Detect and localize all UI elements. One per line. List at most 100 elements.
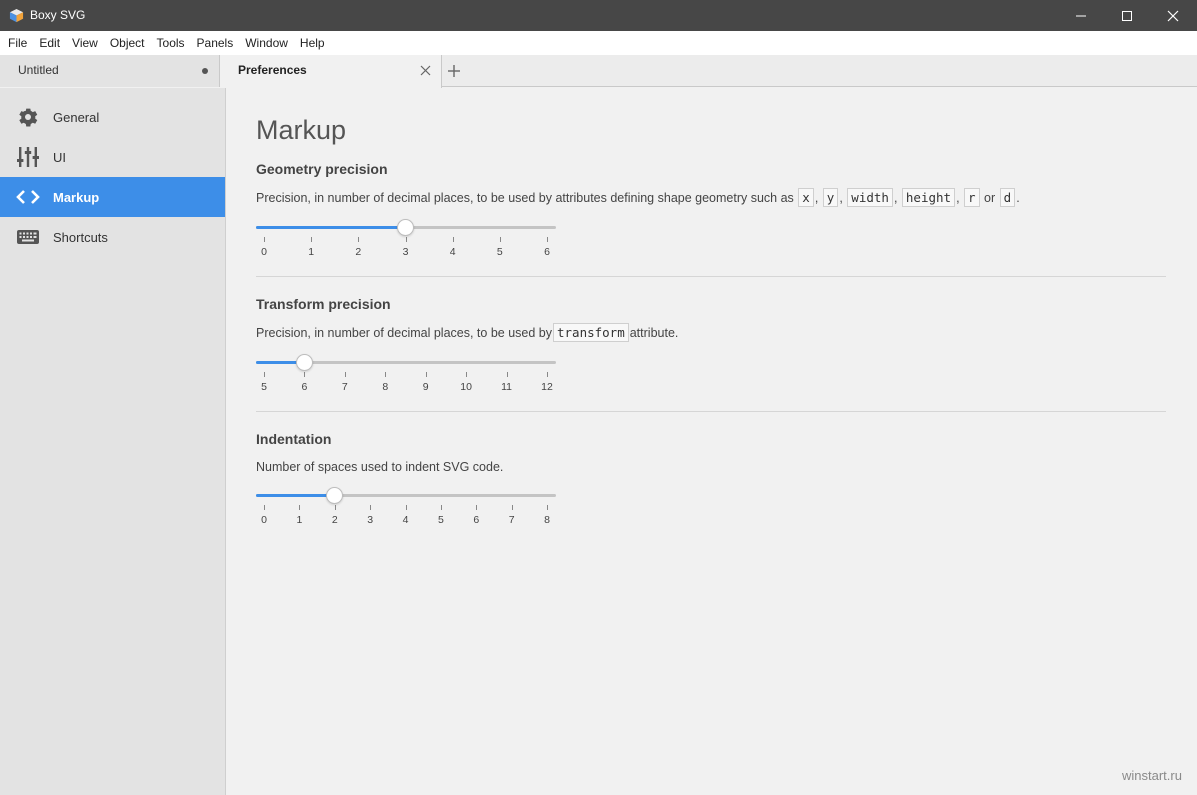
section-description: Number of spaces used to indent SVG code…	[256, 460, 504, 474]
minimize-button[interactable]	[1058, 0, 1104, 31]
slider-tick-label: 1	[296, 514, 303, 526]
code-transform: transform	[553, 323, 629, 342]
sidebar-item-shortcuts[interactable]: Shortcuts	[0, 217, 225, 257]
code-height: height	[901, 188, 956, 207]
gear-icon	[19, 108, 38, 127]
slider-tick	[405, 505, 407, 510]
slider-tick	[506, 372, 508, 377]
slider-tick-label: 11	[501, 381, 513, 393]
menu-panels[interactable]: Panels	[191, 31, 240, 55]
slider-tick-label: 2	[355, 246, 362, 258]
slider-tick-label: 10	[460, 381, 472, 393]
slider-tick-label: 12	[541, 381, 553, 393]
slider-fill	[256, 226, 406, 229]
slider-tick-label: 8	[382, 381, 389, 393]
maximize-icon	[1122, 11, 1132, 21]
slider-tick	[385, 372, 387, 377]
slider-tick-label: 0	[261, 246, 267, 258]
sidebar-item-markup[interactable]: Markup	[0, 177, 225, 217]
slider-tick	[547, 237, 548, 242]
geometry-precision-section: Geometry precision Precision, in number …	[256, 161, 1166, 258]
slider-tick-label: 3	[367, 514, 374, 526]
slider-tick-label: 7	[341, 381, 348, 393]
geometry-precision-slider[interactable]: 0 1 2 3 4 5 6	[256, 219, 556, 263]
tab-preferences[interactable]: Preferences	[220, 55, 442, 88]
slider-tick	[511, 505, 513, 510]
sidebar-item-general[interactable]: General	[0, 97, 225, 137]
sidebar-item-label: UI	[53, 149, 66, 165]
section-divider	[256, 411, 1166, 412]
slider-tick	[344, 372, 346, 377]
sliders-icon	[17, 147, 39, 167]
close-icon	[1167, 10, 1179, 22]
tab-bar: Untitled Preferences	[0, 55, 1197, 88]
window-title: Boxy SVG	[30, 8, 86, 22]
slider-tick	[499, 237, 501, 242]
slider-tick	[334, 505, 336, 510]
transform-precision-section: Transform precision Precision, in number…	[256, 296, 1166, 393]
transform-precision-slider[interactable]: 5 6 7 8 9 10 11 12	[256, 354, 556, 398]
slider-tick	[466, 372, 468, 377]
tab-label: Preferences	[238, 63, 307, 77]
slider-tick	[311, 237, 313, 242]
menu-window[interactable]: Window	[239, 31, 294, 55]
slider-tick-label: 1	[308, 246, 315, 258]
menu-tools[interactable]: Tools	[151, 31, 191, 55]
tab-untitled[interactable]: Untitled	[0, 55, 220, 87]
slider-tick	[547, 505, 548, 510]
slider-tick	[264, 372, 265, 377]
slider-tick-label: 6	[301, 381, 308, 393]
menu-help[interactable]: Help	[294, 31, 331, 55]
maximize-button[interactable]	[1104, 0, 1150, 31]
section-description: Precision, in number of decimal places, …	[256, 188, 1020, 207]
app-logo-icon	[9, 8, 24, 23]
unsaved-indicator-icon	[202, 68, 208, 74]
code-r: r	[964, 188, 980, 207]
add-tab-icon[interactable]	[446, 63, 462, 79]
slider-tick	[299, 505, 301, 510]
separator: ,	[893, 191, 898, 205]
or-text: or	[984, 191, 996, 205]
close-tab-icon[interactable]	[420, 65, 431, 76]
keyboard-icon	[17, 230, 39, 244]
slider-fill	[256, 494, 335, 497]
description-text: Precision, in number of decimal places, …	[256, 326, 552, 340]
slider-tick-label: 0	[261, 514, 267, 526]
menu-file[interactable]: File	[2, 31, 33, 55]
menu-object[interactable]: Object	[104, 31, 151, 55]
sidebar-item-label: Markup	[53, 189, 100, 205]
slider-tick-label: 8	[544, 514, 550, 526]
tab-label: Untitled	[18, 63, 59, 77]
menu-edit[interactable]: Edit	[33, 31, 66, 55]
period: .	[1016, 191, 1020, 205]
section-title: Indentation	[256, 431, 332, 447]
slider-tick-label: 4	[449, 246, 456, 258]
slider-tick-label: 2	[331, 514, 338, 526]
minimize-icon	[1076, 15, 1086, 17]
code-y: y	[822, 188, 839, 207]
slider-thumb[interactable]	[326, 487, 344, 504]
slider-thumb[interactable]	[397, 219, 414, 236]
slider-tick-label: 6	[473, 514, 480, 526]
section-title: Transform precision	[256, 296, 391, 312]
slider-thumb[interactable]	[295, 354, 313, 371]
slider-tick-label: 9	[422, 381, 429, 393]
slider-tick-label: 5	[496, 246, 503, 258]
close-window-button[interactable]	[1150, 0, 1196, 31]
slider-tick-label: 5	[437, 514, 444, 526]
section-title: Geometry precision	[256, 161, 388, 177]
sidebar-item-ui[interactable]: UI	[0, 137, 225, 177]
slider-tick	[547, 372, 548, 377]
slider-tick-label: 6	[544, 246, 550, 258]
slider-tick-label: 7	[508, 514, 515, 526]
description-suffix: attribute.	[629, 326, 679, 340]
indentation-slider[interactable]: 0 1 2 3 4 5 6 7 8	[256, 487, 556, 531]
slider-tick-label: 5	[261, 381, 267, 393]
slider-tick	[264, 237, 265, 242]
slider-tick	[405, 237, 407, 242]
code-icon	[16, 190, 40, 204]
menu-bar: File Edit View Object Tools Panels Windo…	[0, 31, 1197, 55]
code-d: d	[999, 188, 1016, 207]
slider-tick	[452, 237, 454, 242]
menu-view[interactable]: View	[66, 31, 104, 55]
